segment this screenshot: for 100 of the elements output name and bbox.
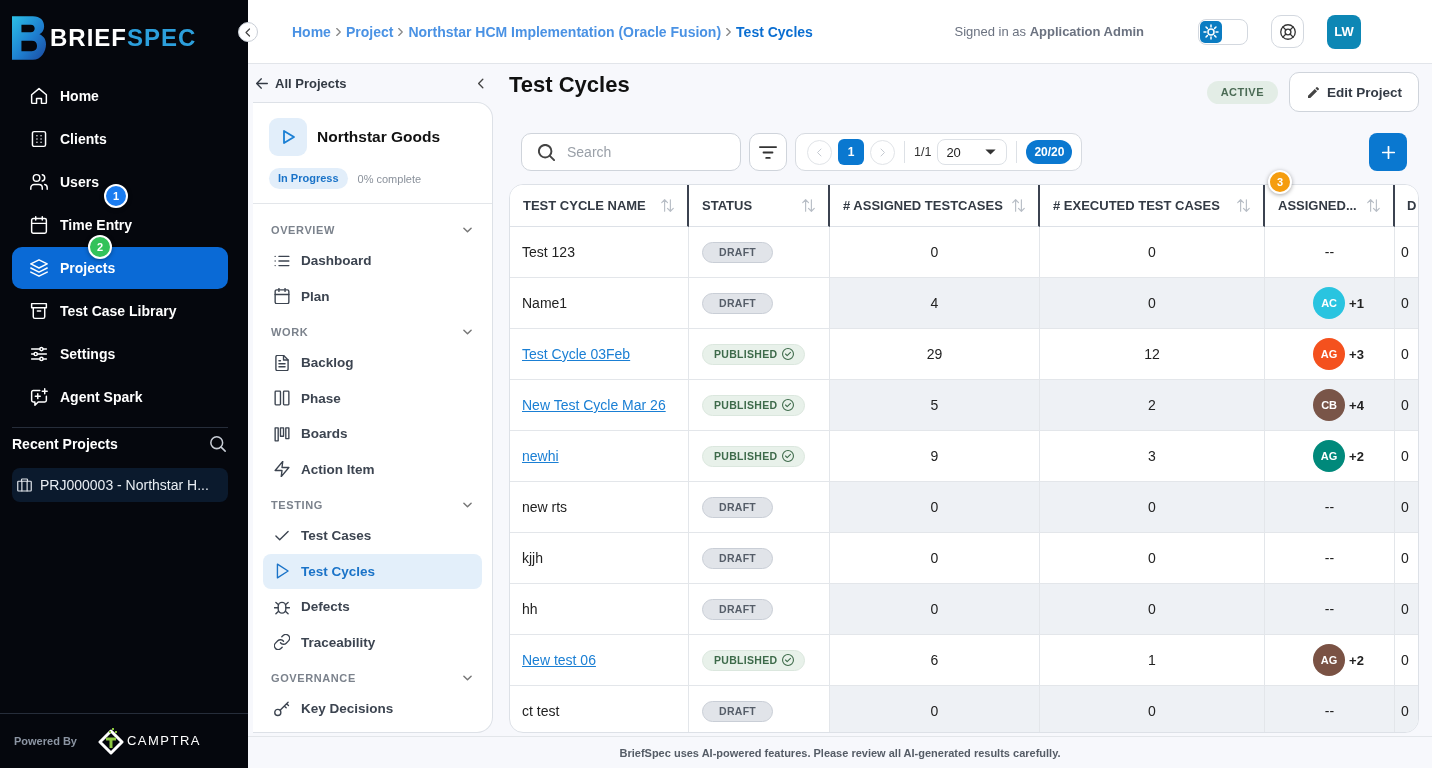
sort-arrows-icon: [1012, 199, 1025, 212]
status-text: DRAFT: [719, 297, 757, 309]
sidebar-nav-item[interactable]: Agent Spark: [12, 376, 228, 418]
sidebar-nav-item[interactable]: Home: [12, 75, 228, 117]
page-size-select[interactable]: 20: [937, 139, 1008, 165]
search-field[interactable]: Search: [521, 133, 741, 171]
lightning-icon: [274, 461, 290, 478]
kanban-icon: [274, 425, 290, 442]
project-nav-item[interactable]: Boards: [263, 416, 482, 452]
recent-project-item[interactable]: PRJ000003 - Northstar H...: [12, 468, 228, 502]
project-nav-item[interactable]: Test Cases: [263, 518, 482, 554]
theme-toggle[interactable]: [1198, 18, 1248, 45]
project-nav-item[interactable]: Backlog: [263, 345, 482, 381]
chevron-right-icon: [880, 147, 885, 157]
lifebuoy-icon: [1279, 23, 1296, 40]
project-nav-item[interactable]: Dashboard: [263, 243, 482, 279]
project-nav-item[interactable]: Test Cycles: [263, 553, 482, 589]
project-nav-item[interactable]: Plan: [263, 278, 482, 314]
check-circle-icon: [782, 348, 795, 360]
chevron-right-icon: [335, 27, 341, 36]
table-cell: 0: [830, 686, 1040, 732]
columns-icon: [274, 390, 290, 407]
user-avatar[interactable]: LW: [1327, 14, 1361, 49]
column-header[interactable]: STATUS: [689, 185, 830, 227]
extra-count: +2: [1349, 652, 1364, 668]
table-cell: 0: [830, 584, 1040, 635]
column-header[interactable]: ASSIGNED...: [1265, 185, 1395, 227]
plus-icon: [1381, 145, 1395, 159]
table-cell: 0: [1040, 686, 1265, 732]
play-icon: [274, 563, 290, 580]
sidebar-nav-item[interactable]: Clients: [12, 118, 228, 160]
column-header[interactable]: # EXECUTED TEST CASES: [1040, 185, 1265, 227]
briefcase-icon: [17, 478, 32, 492]
calendar-icon: [30, 216, 48, 234]
table-cell: --: [1265, 482, 1395, 533]
chevron-left-icon[interactable]: [478, 77, 484, 89]
edit-project-button[interactable]: Edit Project: [1289, 72, 1419, 112]
chevron-right-icon: [726, 27, 732, 36]
test-cycle-link[interactable]: Test Cycle 03Feb: [522, 346, 631, 362]
section-header[interactable]: TESTING: [263, 487, 482, 518]
home-icon: [30, 87, 48, 105]
column-header[interactable]: # ASSIGNED TESTCASES: [830, 185, 1040, 227]
section-header[interactable]: WORK: [263, 314, 482, 345]
section-header[interactable]: OVERVIEW: [263, 212, 482, 243]
calendar-icon: [274, 288, 290, 305]
status-text: DRAFT: [719, 603, 757, 615]
section-title: Recent Projects: [12, 435, 118, 453]
caret-down-icon: [985, 149, 997, 155]
table-cell: 0: [830, 482, 1040, 533]
filter-button[interactable]: [749, 133, 787, 171]
user-avatar: AC: [1313, 287, 1346, 319]
table-cell: Test 123: [510, 227, 689, 278]
column-header[interactable]: D: [1395, 185, 1418, 227]
search-icon[interactable]: [210, 436, 226, 452]
table-cell: 0: [1040, 278, 1265, 329]
status-text: DRAFT: [719, 246, 757, 258]
sidebar-nav-item[interactable]: Test Case Library: [12, 290, 228, 332]
test-cycle-link[interactable]: newhi: [522, 448, 559, 464]
chevron-left-icon: [245, 27, 251, 37]
project-nav-item[interactable]: Key Decisions: [263, 691, 482, 727]
section-header[interactable]: GOVERNANCE: [263, 660, 482, 691]
search-icon: [538, 144, 555, 161]
building-icon: [30, 130, 48, 148]
sliders-icon: [30, 345, 48, 363]
project-nav-item[interactable]: Phase: [263, 380, 482, 416]
check-circle-icon: [782, 399, 795, 411]
page-button[interactable]: 1: [838, 139, 864, 165]
table-cell: 5: [830, 380, 1040, 431]
back-link[interactable]: All Projects: [256, 75, 347, 91]
sidebar-nav-item[interactable]: Settings: [12, 333, 228, 375]
extra-count: +2: [1349, 448, 1364, 464]
add-button[interactable]: [1369, 133, 1407, 171]
table-cell: 0: [1395, 278, 1418, 329]
status-text: DRAFT: [719, 552, 757, 564]
filter-lines-icon: [759, 145, 777, 159]
users-icon: [30, 173, 48, 191]
test-cycle-link[interactable]: New Test Cycle Mar 26: [522, 397, 666, 413]
user-avatar: CB: [1313, 389, 1346, 421]
column-header[interactable]: TEST CYCLE NAME: [510, 185, 689, 227]
table-cell: 0: [1395, 686, 1418, 732]
table-cell: hh: [510, 584, 689, 635]
table-cell: 0: [1040, 584, 1265, 635]
project-nav-item[interactable]: Action Item: [263, 451, 482, 487]
breadcrumb-current[interactable]: Test Cycles: [736, 23, 813, 40]
test-cycle-link[interactable]: New test 06: [522, 652, 596, 668]
project-nav-item[interactable]: Defects: [263, 589, 482, 625]
table-cell: 2: [1040, 380, 1265, 431]
check-circle-icon: [782, 654, 795, 666]
help-button[interactable]: [1271, 15, 1304, 48]
status-text: PUBLISHED: [714, 450, 778, 462]
table-cell: 0: [1395, 584, 1418, 635]
ai-notice-text: BriefSpec uses AI-powered features. Please review all AI-generated results carefully.: [619, 746, 1061, 759]
project-nav-item[interactable]: Traceability: [263, 624, 482, 660]
status-text: DRAFT: [719, 705, 757, 717]
page-info: 1/1: [914, 145, 932, 159]
status-text: PUBLISHED: [714, 654, 778, 666]
extra-count: +4: [1349, 397, 1364, 413]
arrow-left-icon: [256, 77, 268, 89]
diamond-logo-icon: [97, 727, 124, 755]
signed-in-text: Signed in as Application Admin: [954, 24, 1144, 39]
